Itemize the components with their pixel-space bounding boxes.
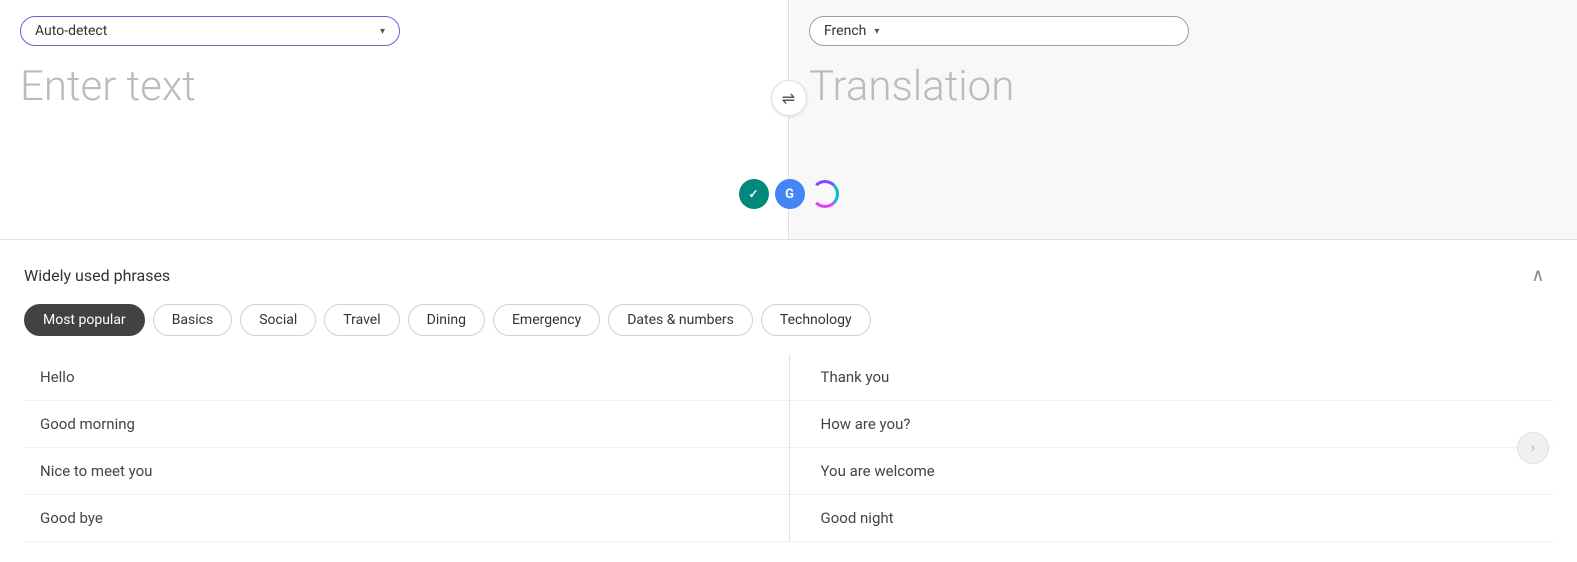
phrases-next-arrow[interactable]: ›	[1517, 432, 1549, 464]
source-placeholder[interactable]: Enter text	[20, 62, 768, 223]
tab-most-popular[interactable]: Most popular	[24, 304, 145, 336]
phrase-good-night[interactable]: Good night	[789, 495, 1554, 542]
tab-dates-numbers[interactable]: Dates & numbers	[608, 304, 753, 336]
collapse-icon: ∧	[1531, 265, 1544, 286]
target-dropdown-arrow: ▾	[874, 26, 879, 37]
tab-social[interactable]: Social	[240, 304, 316, 336]
phrases-area: Widely used phrases ∧ Most popular Basic…	[0, 240, 1577, 562]
target-panel: French ▾ Translation	[789, 0, 1577, 239]
tab-technology[interactable]: Technology	[761, 304, 871, 336]
chevron-right-icon: ›	[1531, 440, 1535, 456]
phrase-thank-you[interactable]: Thank you	[789, 354, 1554, 401]
tab-emergency[interactable]: Emergency	[493, 304, 600, 336]
phrase-good-morning[interactable]: Good morning	[24, 401, 789, 448]
translator-area: Auto-detect ▾ Enter text ⇌ ✓ G French ▾ …	[0, 0, 1577, 240]
plugin-teal-icon[interactable]: ✓	[739, 179, 769, 209]
swap-button-container: ⇌	[771, 80, 807, 116]
tab-basics[interactable]: Basics	[153, 304, 233, 336]
plugin-icons-area: ✓ G	[739, 179, 839, 209]
phrase-good-bye[interactable]: Good bye	[24, 495, 789, 542]
collapse-button[interactable]: ∧	[1523, 260, 1553, 290]
swap-icon: ⇌	[782, 89, 795, 108]
target-language-select-wrapper: French ▾	[809, 16, 1557, 46]
tab-travel[interactable]: Travel	[324, 304, 399, 336]
phrase-you-are-welcome[interactable]: You are welcome	[789, 448, 1554, 495]
category-tabs: Most popular Basics Social Travel Dining…	[24, 304, 1553, 336]
source-language-select-wrapper: Auto-detect ▾	[20, 16, 768, 46]
translation-placeholder: Translation	[809, 62, 1557, 223]
phrase-how-are-you[interactable]: How are you?	[789, 401, 1554, 448]
source-panel: Auto-detect ▾ Enter text	[0, 0, 789, 239]
target-language-label: French	[824, 23, 866, 39]
swap-button[interactable]: ⇌	[771, 80, 807, 116]
loading-spinner	[811, 180, 839, 208]
tab-dining[interactable]: Dining	[408, 304, 485, 336]
plugin-google-icon[interactable]: G	[775, 179, 805, 209]
phrase-nice-to-meet[interactable]: Nice to meet you	[24, 448, 789, 495]
phrases-header: Widely used phrases ∧	[24, 260, 1553, 290]
target-language-select[interactable]: French ▾	[809, 16, 1189, 46]
source-dropdown-arrow: ▾	[380, 26, 385, 37]
phrases-grid: Hello Thank you Good morning How are you…	[24, 354, 1553, 542]
phrase-hello[interactable]: Hello	[24, 354, 789, 401]
source-language-label: Auto-detect	[35, 23, 372, 39]
google-letter: G	[785, 187, 794, 202]
source-language-select[interactable]: Auto-detect ▾	[20, 16, 400, 46]
phrases-title: Widely used phrases	[24, 266, 170, 285]
phrases-list-container: Hello Thank you Good morning How are you…	[24, 354, 1553, 542]
